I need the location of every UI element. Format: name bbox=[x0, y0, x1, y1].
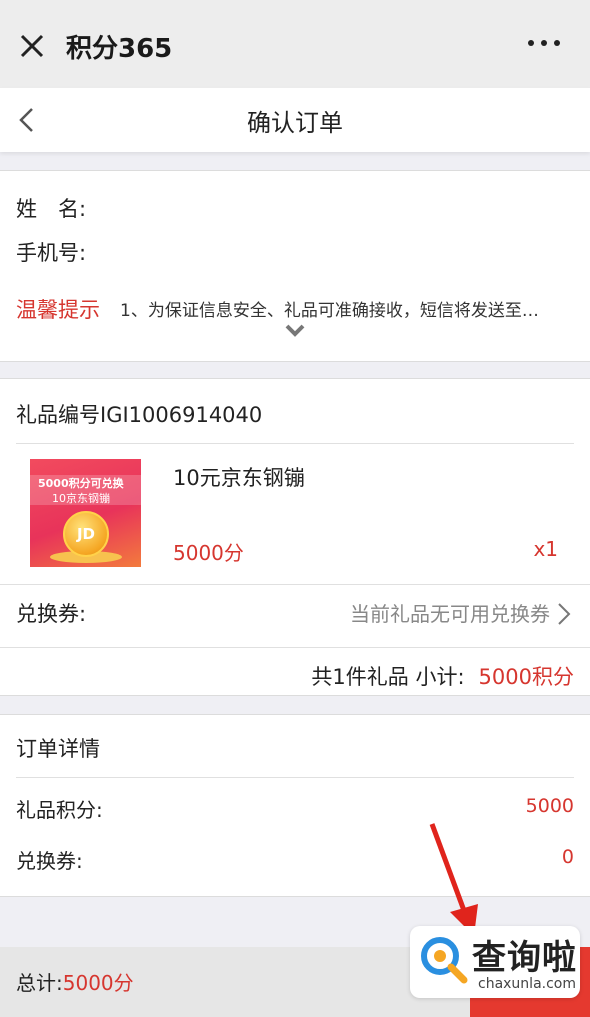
search-magnifier-icon bbox=[421, 937, 468, 984]
page-nav-bar: 确认订单 bbox=[0, 88, 590, 152]
subtotal-label: 共1件礼品 小计: bbox=[311, 665, 465, 689]
watermark-text: 查询啦 bbox=[472, 938, 577, 978]
divider bbox=[16, 777, 574, 778]
annotation-arrow-icon bbox=[429, 823, 478, 936]
gift-thumbnail[interactable]: 5000积分可兑换 10京东钢镚 JD bbox=[30, 459, 141, 567]
thumb-line2: 10京东钢镚 bbox=[52, 492, 110, 505]
coupon-label: 兑换券: bbox=[16, 602, 87, 626]
coupon-detail-label: 兑换券: bbox=[16, 849, 83, 873]
name-label: 姓 名: bbox=[16, 197, 87, 221]
subtotal-value: 5000积分 bbox=[478, 665, 574, 689]
order-details-card: 订单详情 礼品积分: 5000 兑换券: 0 bbox=[0, 714, 590, 897]
chevron-right-icon[interactable] bbox=[556, 601, 572, 627]
order-details-title: 订单详情 bbox=[16, 737, 100, 761]
points-label: 礼品积分: bbox=[16, 798, 103, 822]
tip-text: 1、为保证信息安全、礼品可准确接收，短信将发送至… bbox=[120, 301, 539, 321]
points-value: 5000 bbox=[525, 795, 574, 817]
phone-label: 手机号: bbox=[16, 241, 87, 265]
gift-number: 礼品编号IGI1006914040 bbox=[16, 403, 263, 427]
jd-coin-icon: JD bbox=[63, 511, 109, 557]
total: 总计:5000分 bbox=[16, 967, 134, 996]
divider bbox=[0, 584, 590, 585]
watermark-url: chaxunla.com bbox=[478, 976, 576, 992]
tip-label: 温馨提示 bbox=[16, 298, 100, 322]
total-value: 5000分 bbox=[62, 971, 134, 995]
gift-name: 10元京东钢镚 bbox=[173, 466, 305, 490]
more-icon[interactable] bbox=[528, 40, 560, 50]
subtotal: 共1件礼品 小计: 5000积分 bbox=[311, 661, 574, 691]
coupon-select[interactable]: 当前礼品无可用兑换券 bbox=[350, 598, 550, 627]
gift-price: 5000分 bbox=[173, 541, 244, 565]
divider bbox=[0, 647, 590, 648]
watermark-logo: 查询啦 chaxunla.com bbox=[410, 926, 580, 998]
gift-card: 礼品编号IGI1006914040 5000积分可兑换 10京东钢镚 JD 10… bbox=[0, 378, 590, 696]
divider bbox=[16, 443, 574, 444]
gift-quantity: x1 bbox=[533, 537, 558, 561]
total-label: 总计: bbox=[16, 971, 63, 995]
thumb-line1: 5000积分可兑换 bbox=[38, 477, 124, 490]
close-icon[interactable] bbox=[18, 32, 46, 60]
app-top-bar: 积分365 bbox=[0, 0, 590, 88]
contact-info-card: 姓 名: 手机号: 温馨提示 1、为保证信息安全、礼品可准确接收，短信将发送至… bbox=[0, 170, 590, 362]
app-title: 积分365 bbox=[66, 34, 173, 64]
page-title: 确认订单 bbox=[247, 109, 343, 137]
coupon-detail-value: 0 bbox=[561, 846, 574, 868]
expand-chevron-icon[interactable] bbox=[284, 323, 306, 339]
